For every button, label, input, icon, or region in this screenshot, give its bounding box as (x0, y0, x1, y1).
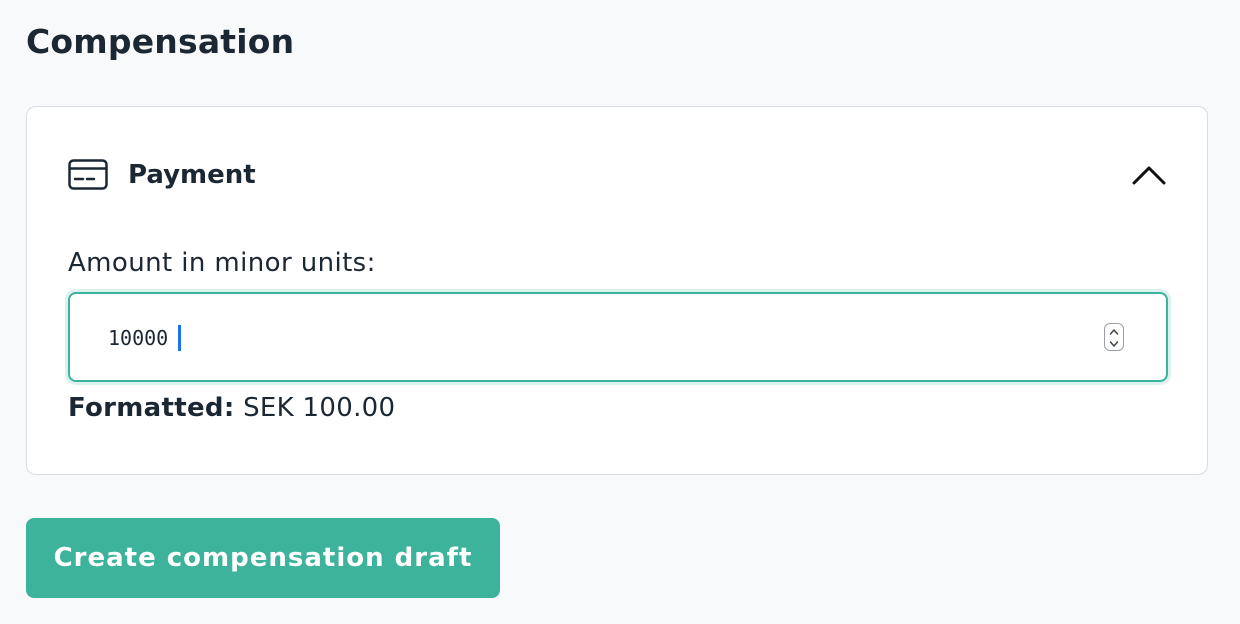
page-title: Compensation (26, 22, 295, 61)
payment-card-header[interactable]: Payment (68, 157, 1167, 193)
formatted-value: SEK 100.00 (243, 393, 396, 423)
formatted-label: Formatted: (68, 393, 235, 423)
amount-input[interactable] (108, 320, 1008, 356)
number-stepper[interactable] (1104, 323, 1124, 351)
stepper-up-icon[interactable] (1109, 325, 1119, 337)
payment-card: Payment Amount in minor units: Formatted… (26, 106, 1208, 475)
text-cursor (178, 325, 181, 351)
payment-card-title: Payment (128, 160, 256, 190)
chevron-up-icon[interactable] (1131, 157, 1167, 193)
create-compensation-draft-button[interactable]: Create compensation draft (26, 518, 500, 598)
stepper-down-icon[interactable] (1109, 337, 1119, 349)
credit-card-icon (68, 159, 108, 191)
amount-input-container[interactable] (68, 292, 1168, 382)
amount-field-label: Amount in minor units: (68, 248, 376, 278)
formatted-amount: Formatted: SEK 100.00 (68, 393, 395, 423)
